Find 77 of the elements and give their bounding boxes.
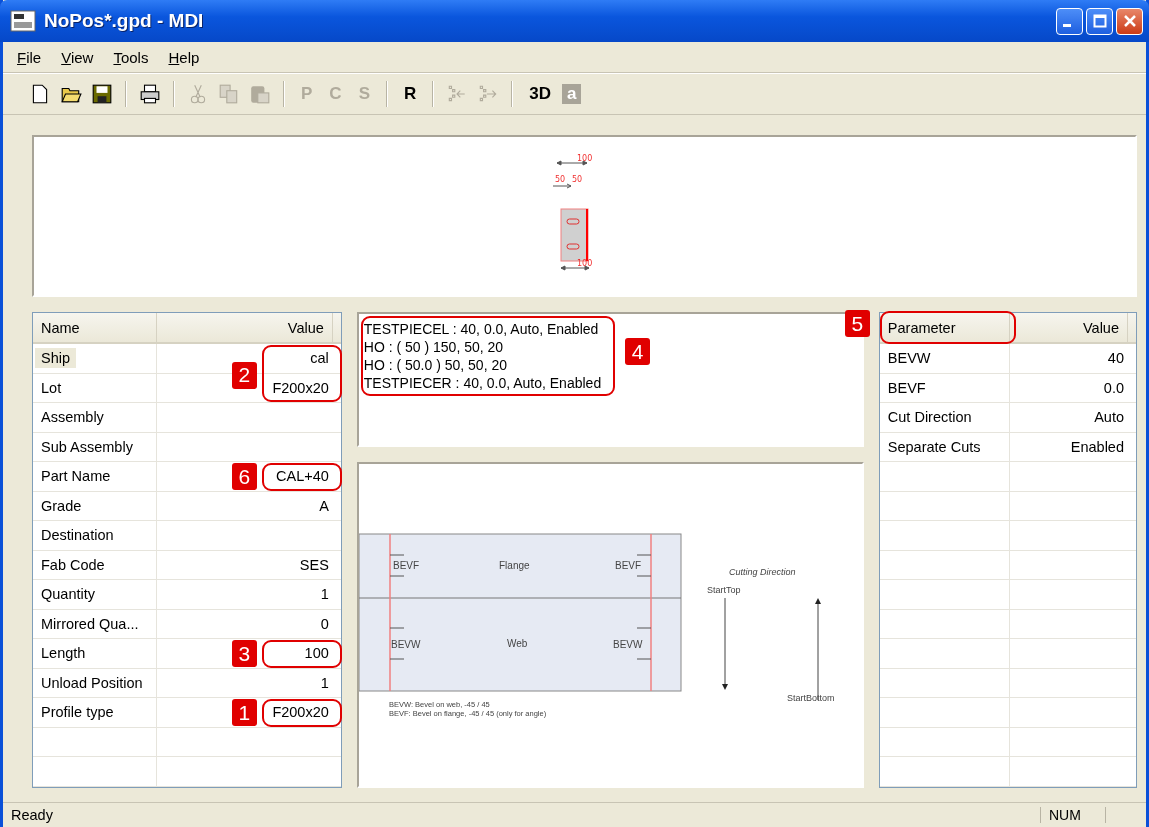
column-header[interactable]: Value — [157, 313, 333, 342]
dimension-label: 50 — [571, 175, 582, 184]
table-cell: F200x20 — [272, 704, 329, 721]
dimension-line — [560, 265, 589, 271]
status-text: Ready — [10, 807, 54, 823]
window-title: NoPos*.gpd - MDI — [44, 10, 205, 32]
table-cell[interactable]: Profile type — [41, 704, 114, 721]
close-icon — [1122, 14, 1137, 28]
start-label: StartTop — [706, 585, 741, 595]
callout-badge: 6 — [231, 463, 257, 490]
table-cell[interactable]: Unload Position — [41, 674, 143, 691]
minimize-button[interactable] — [1056, 7, 1083, 35]
table-cell[interactable]: Part Name — [41, 468, 111, 485]
dimension-label: 100 — [576, 154, 592, 163]
table-cell: cal — [310, 350, 329, 367]
dimension-line — [556, 160, 587, 166]
web-label: Web — [506, 638, 528, 649]
callout-badge: 4 — [625, 338, 651, 365]
table-cell[interactable]: Ship — [35, 348, 77, 369]
table-cell: BEVW — [887, 350, 931, 367]
column-header[interactable]: Name — [33, 313, 157, 342]
callout-badge: 5 — [844, 310, 870, 337]
table-cell: BEVF — [887, 379, 926, 396]
column-header[interactable]: Value — [1009, 313, 1128, 342]
table-cell: 1 — [320, 586, 329, 603]
menu-item[interactable]: View — [53, 46, 102, 68]
table-cell: Cut Direction — [887, 409, 972, 426]
close-button[interactable] — [1116, 7, 1143, 35]
table-cell: 100 — [304, 645, 329, 662]
table-cell: CAL+40 — [276, 468, 329, 485]
menu-item[interactable]: File — [9, 46, 50, 68]
table-cell[interactable]: Destination — [41, 527, 114, 544]
table-cell[interactable]: Sub Assembly — [41, 438, 133, 455]
maximize-icon — [1092, 14, 1107, 28]
table-cell[interactable]: Assembly — [41, 409, 104, 426]
app-icon — [10, 10, 36, 32]
table-cell[interactable]: Length — [41, 645, 86, 662]
status-indicator: NUM — [1040, 807, 1106, 823]
table-cell[interactable]: Lot — [41, 379, 62, 396]
dimension-line — [552, 183, 571, 189]
table-cell[interactable]: Quantity — [41, 586, 95, 603]
table-cell[interactable]: Grade — [41, 497, 82, 514]
minimize-icon — [1063, 23, 1071, 27]
menu-item[interactable]: Tools — [105, 46, 157, 68]
callout-badge: 1 — [231, 699, 257, 726]
table-cell: 40 — [1107, 350, 1124, 367]
table-cell: A — [319, 497, 329, 514]
bevel-label: BEVF — [614, 560, 641, 571]
column-header[interactable]: Parameter — [879, 313, 1010, 342]
start-label: StartBottom — [786, 693, 835, 703]
toolbar-button[interactable]: 3D — [523, 82, 557, 106]
bevel-label: BEVW — [390, 639, 421, 650]
operation-line: HO : ( 50 ) 150, 50, 20 — [363, 338, 505, 356]
menu-item[interactable]: Help — [160, 46, 208, 68]
operation-line: HO : ( 50.0 ) 50, 50, 20 — [363, 356, 508, 374]
table-cell: Separate Cuts — [887, 438, 981, 455]
bevel-label: BEVW — [612, 639, 643, 650]
direction-title: Cutting Direction — [728, 567, 796, 577]
callout-badge: 3 — [231, 640, 257, 667]
table-cell: 1 — [320, 674, 329, 691]
operation-line: TESTPIECEL : 40, 0.0, Auto, Enabled — [363, 320, 600, 338]
flange-label: Flange — [498, 560, 530, 571]
table-cell: SES — [299, 556, 329, 573]
callout-badge: 2 — [231, 361, 257, 389]
table-cell[interactable]: Fab Code — [41, 556, 105, 573]
table-cell: 0.0 — [1103, 379, 1124, 396]
bevel-label: BEVF — [392, 560, 419, 571]
dimension-label: 100 — [576, 259, 592, 268]
operation-line: TESTPIECER : 40, 0.0, Auto, Enabled — [363, 374, 602, 392]
table-cell: F200x20 — [272, 379, 329, 396]
toolbar-button[interactable]: R — [397, 82, 423, 106]
table-cell: Enabled — [1070, 438, 1124, 455]
table-cell: 0 — [320, 615, 329, 632]
dimension-label: 50 — [554, 175, 565, 184]
table-cell[interactable]: Mirrored Qua... — [41, 615, 139, 632]
table-cell: Auto — [1094, 409, 1124, 426]
maximize-button[interactable] — [1086, 7, 1113, 35]
